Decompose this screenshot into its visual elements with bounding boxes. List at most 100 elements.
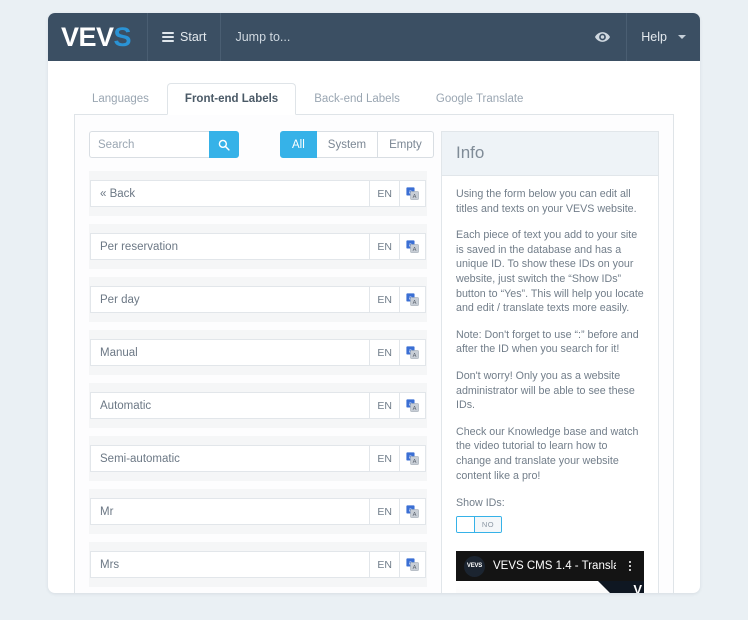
info-paragraph: Using the form below you can edit all ti…: [456, 188, 637, 215]
label-language-tag: EN: [370, 180, 400, 207]
page-background: VEV S Start Jump to... Help Languages Fr…: [0, 0, 748, 620]
label-language-tag: EN: [370, 498, 400, 525]
info-title: Info: [456, 143, 485, 162]
help-menu[interactable]: Help: [627, 13, 700, 61]
label-translate-button[interactable]: aA: [400, 180, 426, 207]
tab-bar: Languages Front-end Labels Back-end Labe…: [74, 83, 674, 115]
nav-item-jump-to[interactable]: Jump to...: [221, 13, 304, 61]
label-row: EN aA: [89, 171, 427, 216]
tabs-area: Languages Front-end Labels Back-end Labe…: [48, 61, 700, 115]
filter-system-label: System: [327, 138, 367, 151]
tab-back-end-labels[interactable]: Back-end Labels: [296, 83, 418, 115]
info-card-body: Using the form below you can edit all ti…: [442, 176, 658, 593]
translate-icon: aA: [406, 346, 419, 359]
show-ids-toggle[interactable]: NO: [456, 516, 502, 534]
label-translate-button[interactable]: aA: [400, 286, 426, 313]
kebab-menu-icon[interactable]: [624, 561, 636, 572]
chevron-down-icon: [678, 35, 686, 39]
label-text-input[interactable]: [90, 180, 371, 207]
translate-icon: aA: [406, 240, 419, 253]
filter-system-button[interactable]: System: [316, 131, 379, 158]
nav-item-jump-to-label: Jump to...: [235, 30, 291, 44]
translate-icon: aA: [406, 558, 419, 571]
translate-icon: aA: [406, 452, 419, 465]
label-translate-button[interactable]: aA: [400, 498, 426, 525]
tab-front-end-labels-label: Front-end Labels: [184, 93, 279, 105]
info-paragraph: Note: Don't forget to use “:” before and…: [456, 328, 639, 356]
search-button[interactable]: [209, 131, 239, 158]
logo-text-blue: S: [113, 21, 132, 52]
info-card-header: Info: [442, 132, 658, 176]
label-translate-button[interactable]: aA: [400, 445, 426, 472]
search-icon: [218, 139, 230, 151]
nav-item-start[interactable]: Start: [148, 13, 220, 61]
info-paragraph: Each piece of text you add to your site …: [456, 229, 644, 315]
translate-icon: aA: [406, 187, 419, 200]
svg-text:A: A: [413, 300, 417, 306]
label-text-input[interactable]: [90, 445, 371, 472]
info-column: Info Using the form below you can edit a…: [441, 131, 659, 593]
hamburger-icon: [162, 30, 175, 44]
svg-text:A: A: [413, 459, 417, 465]
filter-all-label: All: [292, 138, 305, 151]
filter-empty-button[interactable]: Empty: [378, 131, 434, 158]
label-language-tag: EN: [370, 445, 400, 472]
labels-column: All System Empty EN aA EN aA EN aA EN aA EN aA EN a…: [89, 131, 434, 593]
label-text-input[interactable]: [90, 551, 371, 578]
label-text-input[interactable]: [90, 392, 371, 419]
label-text-input[interactable]: [90, 233, 371, 260]
toggle-state-label: NO: [475, 517, 501, 533]
video-corner-logo-letter: V: [633, 582, 642, 593]
info-paragraph: Don't worry! Only you as a website admin…: [456, 369, 635, 412]
video-title: VEVS CMS 1.4 - Transla...: [493, 560, 616, 573]
translate-icon: aA: [406, 505, 419, 518]
label-language-tag: EN: [370, 551, 400, 578]
svg-text:A: A: [413, 565, 417, 571]
tab-google-translate-label: Google Translate: [435, 93, 524, 105]
search-input[interactable]: [89, 131, 209, 158]
eye-icon: [595, 32, 611, 42]
label-row: EN aA: [89, 383, 427, 428]
tab-front-end-labels[interactable]: Front-end Labels: [166, 83, 297, 115]
translate-icon: aA: [406, 399, 419, 412]
label-language-tag: EN: [370, 339, 400, 366]
label-text-input[interactable]: [90, 286, 371, 313]
search-and-filters: All System Empty: [89, 131, 434, 158]
preview-site-button[interactable]: [579, 13, 626, 61]
filter-empty-label: Empty: [389, 138, 422, 151]
label-translate-button[interactable]: aA: [400, 392, 426, 419]
label-row: EN aA: [89, 436, 427, 481]
toggle-knob: [457, 517, 475, 533]
video-corner-logo: V WEBSITE BUILDER: [595, 583, 642, 593]
show-ids-label: Show IDs:: [456, 497, 505, 510]
info-paragraph: Check our Knowledge base and watch the v…: [456, 425, 639, 482]
svg-text:A: A: [413, 247, 417, 253]
search-box: [89, 131, 239, 158]
tab-languages[interactable]: Languages: [74, 83, 167, 115]
tab-panel: All System Empty EN aA EN aA EN aA EN aA EN aA EN a…: [74, 115, 674, 593]
label-language-tag: EN: [370, 392, 400, 419]
label-row: EN aA: [89, 489, 427, 534]
label-translate-button[interactable]: aA: [400, 233, 426, 260]
channel-avatar: VEVS: [464, 555, 485, 577]
video-tutorial-embed[interactable]: VEVS VEVS CMS 1.4 - Transla... V WEBSITE…: [456, 551, 644, 593]
label-translate-button[interactable]: aA: [400, 551, 426, 578]
vevs-logo[interactable]: VEV S: [48, 13, 147, 61]
svg-text:A: A: [413, 406, 417, 412]
channel-avatar-label: VEVS: [466, 563, 483, 570]
label-row: EN aA: [89, 330, 427, 375]
label-text-input[interactable]: [90, 339, 371, 366]
tab-languages-label: Languages: [92, 93, 149, 105]
label-text-input[interactable]: [90, 498, 371, 525]
tab-google-translate[interactable]: Google Translate: [418, 83, 542, 115]
label-language-tag: EN: [370, 233, 400, 260]
navbar-right: Help: [579, 13, 700, 61]
filter-all-button[interactable]: All: [280, 131, 317, 158]
tab-back-end-labels-label: Back-end Labels: [314, 93, 400, 105]
top-navbar: VEV S Start Jump to... Help: [48, 13, 700, 61]
logo-text-white: VEV: [61, 21, 114, 52]
label-translate-button[interactable]: aA: [400, 339, 426, 366]
svg-text:A: A: [413, 194, 417, 200]
label-row: EN aA: [89, 542, 427, 587]
label-row: EN aA: [89, 277, 427, 322]
